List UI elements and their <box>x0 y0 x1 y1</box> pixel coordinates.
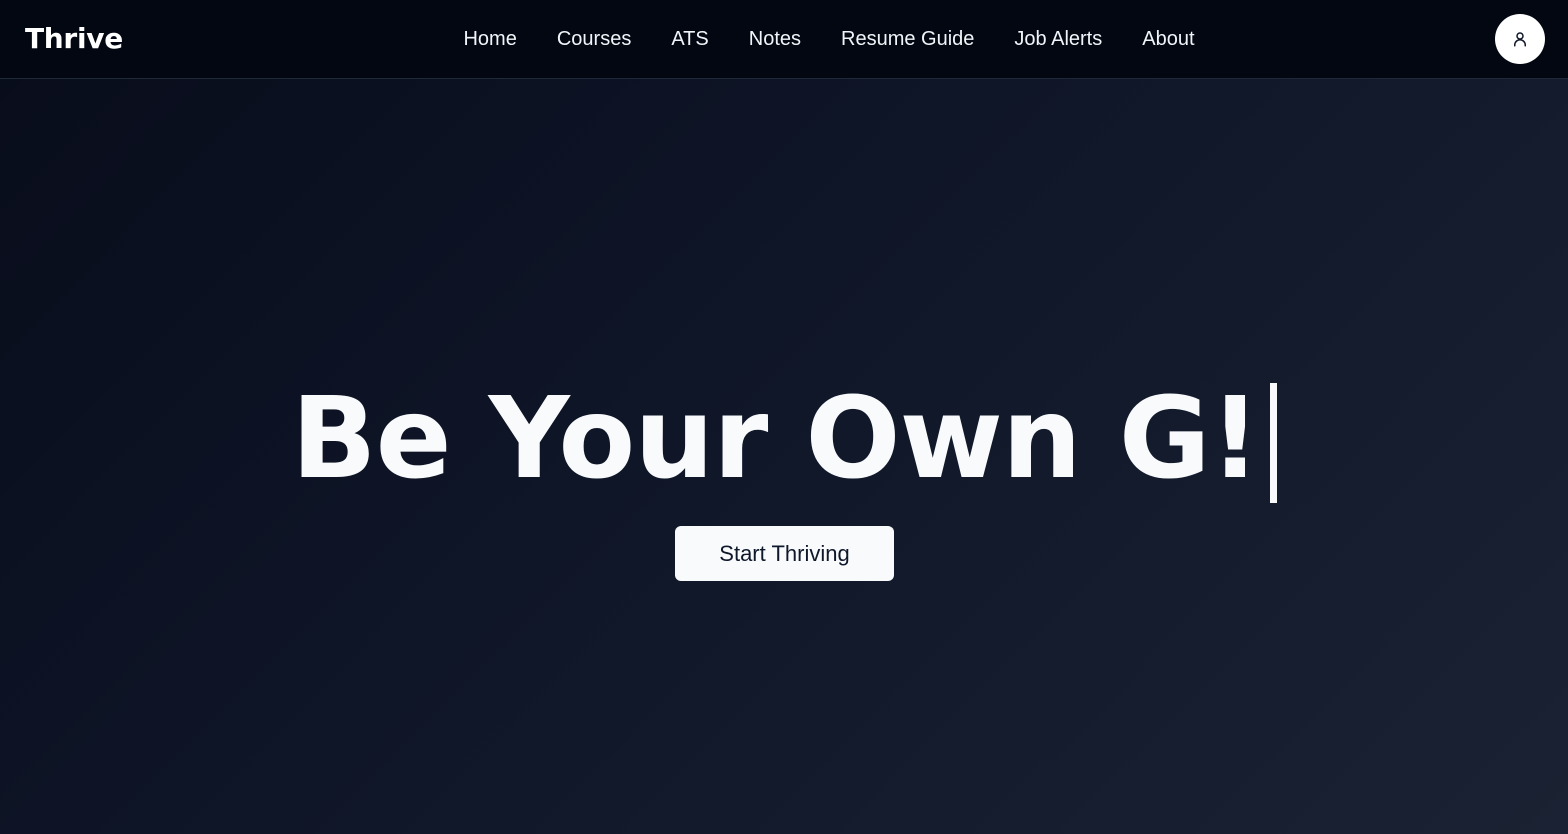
nav-link-resume-guide[interactable]: Resume Guide <box>841 28 974 51</box>
profile-button[interactable] <box>1495 14 1545 64</box>
user-icon <box>1514 32 1526 47</box>
typing-cursor <box>1269 383 1277 503</box>
nav-link-about[interactable]: About <box>1142 28 1194 51</box>
nav-link-home[interactable]: Home <box>463 28 516 51</box>
nav-links: Home Courses ATS Notes Resume Guide Job … <box>0 0 1568 78</box>
hero-headline-text: Be Your Own G! <box>291 374 1260 504</box>
top-navbar: Thrive Home Courses ATS Notes Resume Gui… <box>0 0 1568 79</box>
nav-link-notes[interactable]: Notes <box>749 28 801 51</box>
hero-section: Be Your Own G! Start Thriving <box>0 79 1568 834</box>
start-thriving-button[interactable]: Start Thriving <box>675 526 894 581</box>
nav-link-courses[interactable]: Courses <box>557 28 631 51</box>
hero-headline: Be Your Own G! <box>0 374 1568 504</box>
nav-link-job-alerts[interactable]: Job Alerts <box>1014 28 1102 51</box>
nav-link-ats[interactable]: ATS <box>671 28 708 51</box>
